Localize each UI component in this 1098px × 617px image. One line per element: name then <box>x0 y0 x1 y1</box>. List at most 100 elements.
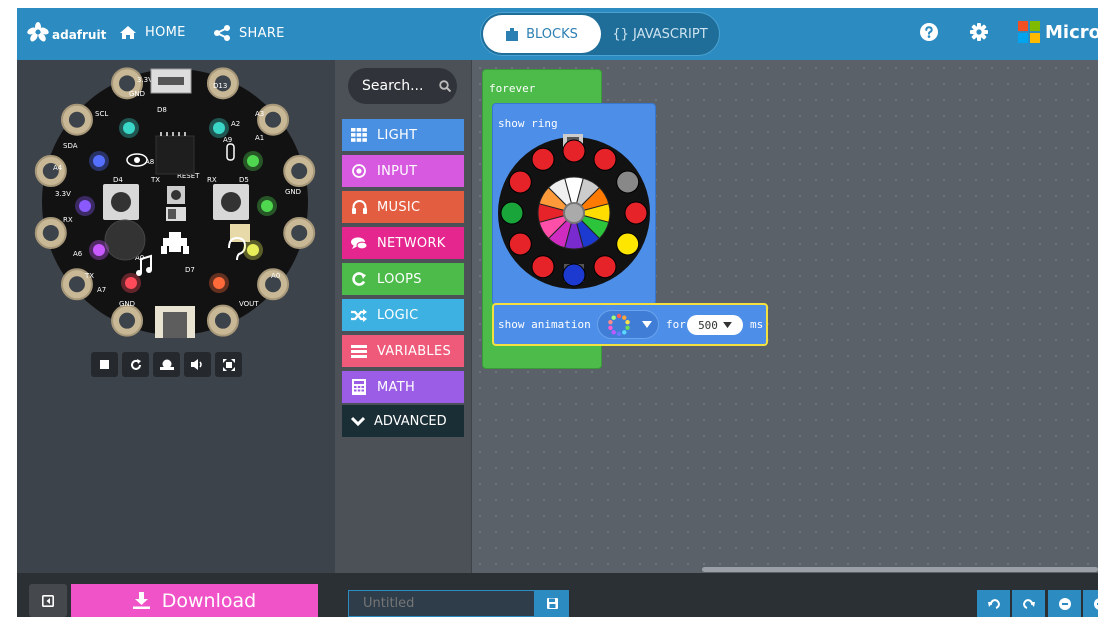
category-label: LOOPS <box>377 271 422 287</box>
board-pin-label: A3 <box>255 110 264 118</box>
brand-logo[interactable]: adafruit <box>27 22 106 42</box>
ring-pixel[interactable] <box>616 232 640 256</box>
loop-icon <box>351 271 367 287</box>
refresh-icon <box>130 358 141 370</box>
category-label: LIGHT <box>377 127 418 143</box>
collapse-simulator-button[interactable] <box>29 584 67 617</box>
category-light[interactable]: LIGHT <box>342 119 464 151</box>
show-animation-block[interactable]: show animation for 500 ms <box>492 303 768 346</box>
category-label: VARIABLES <box>377 343 452 359</box>
zoom-out-button[interactable] <box>1048 590 1081 617</box>
ring-pixel[interactable] <box>616 170 640 194</box>
snail-icon <box>159 359 174 370</box>
zoom-in-icon <box>1093 597 1098 610</box>
category-loops[interactable]: LOOPS <box>342 263 464 295</box>
ring-pixel[interactable] <box>500 201 524 225</box>
board-pin-label: SCL <box>95 110 108 118</box>
stop-icon <box>99 359 109 369</box>
blocks-workspace[interactable]: forever show ring show animation for 500… <box>472 60 1098 573</box>
chevron-down-icon <box>351 416 365 426</box>
ring-pixel[interactable] <box>593 255 617 279</box>
ring-pixel[interactable] <box>531 147 555 171</box>
target-icon <box>351 163 367 179</box>
workspace-horizontal-scrollbar[interactable] <box>702 567 1098 572</box>
ring-pixel[interactable] <box>508 170 532 194</box>
volume-icon <box>191 359 202 370</box>
chat-icon <box>351 235 367 251</box>
category-label: INPUT <box>377 163 418 179</box>
forever-label: forever <box>489 82 536 95</box>
advanced-toggle[interactable]: ADVANCED <box>342 405 464 437</box>
board-pad-hole <box>214 312 231 329</box>
toolbox-panel: Search... LIGHT INPUT MUSIC NETWORK LOOP… <box>335 60 471 573</box>
bottom-bar: Download <box>17 573 1098 617</box>
download-button[interactable]: Download <box>71 584 318 617</box>
board-pin-label: A2 <box>231 120 240 128</box>
restart-button[interactable] <box>122 352 149 377</box>
neopixel-led <box>93 244 105 256</box>
show-ring-block[interactable]: show ring <box>492 103 656 305</box>
board-pin-label: A0 <box>271 272 280 280</box>
board-pin-label: D8 <box>157 106 167 114</box>
brand-name: adafruit <box>52 28 107 42</box>
category-logic[interactable]: LOGIC <box>342 299 464 331</box>
share-link[interactable]: SHARE <box>213 25 285 41</box>
editor-toggle: BLOCKS {} JAVASCRIPT <box>480 12 720 56</box>
redo-button[interactable] <box>1012 590 1045 617</box>
javascript-tab[interactable]: {} JAVASCRIPT <box>601 15 719 53</box>
stop-button[interactable] <box>91 352 118 377</box>
ring-pixel[interactable] <box>624 201 648 225</box>
fullscreen-button[interactable] <box>215 352 242 377</box>
board-pin-label: 3.3V <box>55 190 71 198</box>
board-pin-label: RX <box>207 176 217 184</box>
search-label: Search... <box>362 78 424 94</box>
category-network[interactable]: NETWORK <box>342 227 464 259</box>
toolbox-search[interactable]: Search... <box>348 68 457 104</box>
simulator-panel: GND D13 3.3V D8 SCL A3 A1 A2 SDA A4 D4 TX RESET RX D5 G… <box>17 60 335 573</box>
category-math[interactable]: MATH <box>342 371 464 403</box>
neopixel-led <box>213 122 225 134</box>
board-pin-label: TX <box>84 272 94 280</box>
home-link[interactable]: HOME <box>119 25 186 40</box>
category-input[interactable]: INPUT <box>342 155 464 187</box>
circuit-playground-board[interactable]: GNDD133.3VD8SCL A3A1A2SDAA4D4 TX RESET RX D5G… <box>17 60 335 350</box>
microsoft-logo[interactable]: Micros <box>1018 21 1098 43</box>
ring-pixel[interactable] <box>508 232 532 256</box>
category-music[interactable]: MUSIC <box>342 191 464 223</box>
ring-pixel[interactable] <box>593 147 617 171</box>
fullscreen-icon <box>222 358 235 371</box>
board-pin-label: TX <box>150 176 160 184</box>
board-pin-label: A9 <box>223 136 232 144</box>
blocks-tab[interactable]: BLOCKS <box>483 15 601 53</box>
project-name-input[interactable] <box>348 590 535 617</box>
board-pad-hole <box>68 276 85 293</box>
calculator-icon <box>351 379 367 395</box>
neopixel-led <box>247 155 259 167</box>
slow-mode-button[interactable] <box>153 352 180 377</box>
undo-button[interactable] <box>977 590 1010 617</box>
collapse-icon <box>42 594 54 607</box>
ring-picker[interactable] <box>493 134 657 294</box>
settings-gear-icon[interactable] <box>970 23 988 41</box>
zoom-out-icon <box>1058 597 1071 610</box>
javascript-label: {} JAVASCRIPT <box>612 26 708 42</box>
help-icon[interactable] <box>920 23 938 41</box>
ring-pixel[interactable] <box>562 263 586 287</box>
category-variables[interactable]: VARIABLES <box>342 335 464 367</box>
board-pad-hole <box>291 163 308 180</box>
ring-pixel[interactable] <box>562 139 586 163</box>
home-label: HOME <box>145 25 186 40</box>
ring-pixel[interactable] <box>531 255 555 279</box>
search-icon <box>439 80 452 92</box>
save-button[interactable] <box>535 590 569 617</box>
shuffle-icon <box>351 307 367 323</box>
download-label: Download <box>161 589 257 612</box>
duration-dropdown[interactable]: 500 <box>687 315 743 335</box>
board-pin-label: A1 <box>255 134 264 142</box>
mute-button[interactable] <box>184 352 211 377</box>
zoom-in-button[interactable] <box>1083 590 1098 617</box>
board-pin-label: D7 <box>185 266 195 274</box>
animation-dropdown[interactable] <box>597 310 659 339</box>
undo-icon <box>987 598 1000 609</box>
puzzle-icon <box>506 27 519 41</box>
